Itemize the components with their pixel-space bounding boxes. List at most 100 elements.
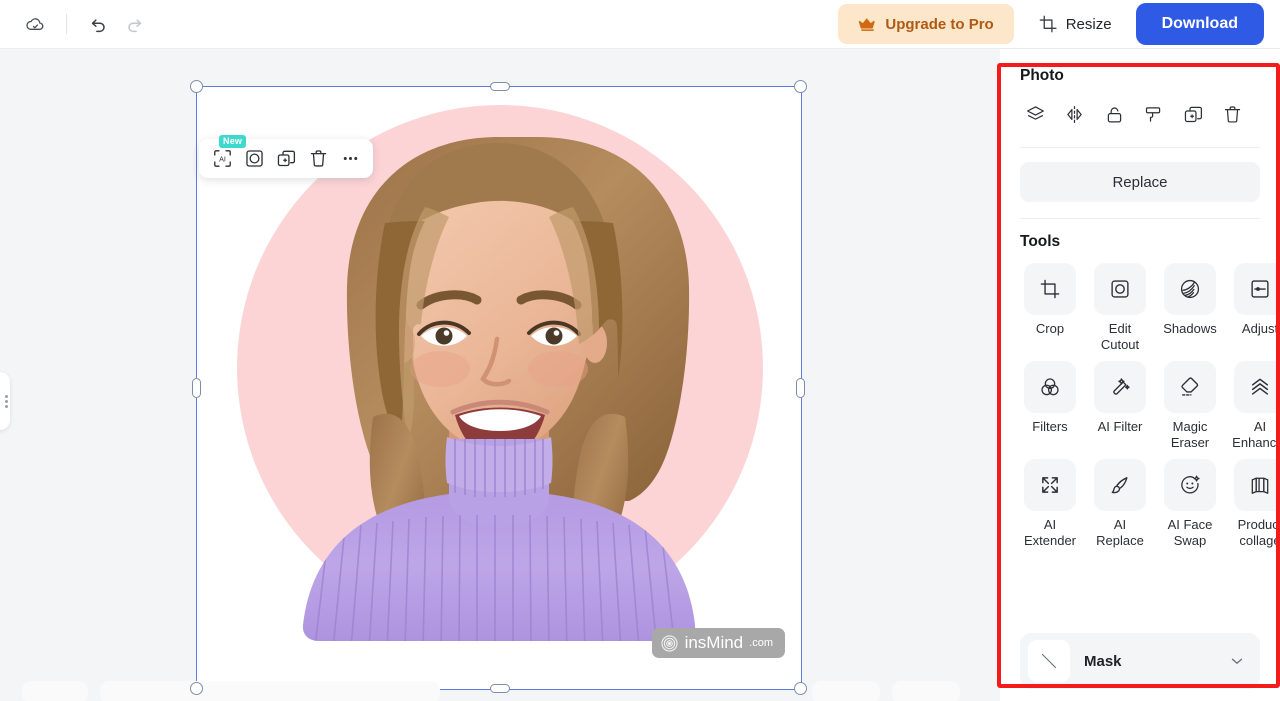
undo-button[interactable] — [81, 7, 115, 41]
selection-handle-top-center[interactable] — [490, 82, 510, 91]
diagonal-line-icon — [1036, 648, 1062, 674]
crop-icon — [1024, 263, 1076, 315]
right-properties-panel: Photo Replace Tools Crop Edit Cutout Sha… — [1000, 49, 1280, 701]
panel-divider — [1020, 147, 1260, 148]
selection-handle-middle-right[interactable] — [796, 378, 805, 398]
tool-magic-eraser[interactable]: Magic Eraser — [1160, 361, 1220, 459]
redo-button[interactable] — [117, 7, 151, 41]
tool-label: Product collage — [1237, 517, 1280, 548]
duplicate-icon — [276, 148, 297, 169]
tool-label: Adjust — [1241, 321, 1279, 336]
tool-label: AI Replace — [1096, 517, 1144, 548]
duplicate-button[interactable] — [1178, 99, 1208, 129]
layers-icon — [1025, 104, 1046, 125]
tools-grid: Crop Edit Cutout Shadows Adjust Filters … — [1020, 263, 1280, 557]
paint-roller-icon — [1143, 104, 1164, 125]
bottom-pill-4[interactable] — [892, 681, 960, 701]
tool-ai-replace[interactable]: AI Replace — [1090, 459, 1150, 557]
tool-label: Magic Eraser — [1170, 419, 1210, 450]
upgrade-to-pro-label: Upgrade to Pro — [885, 15, 994, 33]
edit-cutout-icon — [1094, 263, 1146, 315]
bottom-pill-1[interactable] — [22, 681, 88, 701]
tool-label: Crop — [1035, 321, 1065, 336]
flip-horizontal-button[interactable] — [1060, 99, 1090, 129]
paint-roller-button[interactable] — [1139, 99, 1169, 129]
edit-cutout-icon — [244, 148, 265, 169]
tools-section-title: Tools — [1020, 233, 1061, 250]
mask-section: Mask — [1000, 633, 1280, 689]
replace-button[interactable]: Replace — [1020, 162, 1260, 202]
chevron-down-icon[interactable] — [1228, 652, 1246, 670]
bottom-pill-2[interactable] — [100, 681, 440, 701]
selection-handle-bottom-left[interactable] — [190, 682, 203, 695]
selection-handle-middle-left[interactable] — [192, 378, 201, 398]
watermark-brand: insMind — [684, 633, 744, 652]
resize-label: Resize — [1065, 15, 1112, 33]
cloud-save-status-button[interactable] — [18, 7, 52, 41]
shadows-icon — [1164, 263, 1216, 315]
tool-ai-face-swap[interactable]: AI Face Swap — [1160, 459, 1220, 557]
tool-shadows[interactable]: Shadows — [1160, 263, 1220, 361]
layers-button[interactable] — [1020, 99, 1050, 129]
tool-label: Shadows — [1163, 321, 1217, 336]
tool-label: AI Face Swap — [1167, 517, 1213, 548]
svg-text:AI: AI — [219, 155, 226, 163]
selection-handle-bottom-right[interactable] — [794, 682, 807, 695]
unlock-icon — [1104, 104, 1125, 125]
tool-label: AI Enhancer — [1232, 419, 1280, 450]
resize-button[interactable]: Resize — [1028, 4, 1122, 44]
ai-scan-button[interactable]: New AI — [207, 134, 247, 174]
expand-arrows-icon — [1024, 459, 1076, 511]
tool-crop[interactable]: Crop — [1020, 263, 1080, 361]
tool-ai-filter[interactable]: AI Filter — [1090, 361, 1150, 459]
flip-horizontal-icon — [1064, 104, 1085, 125]
duplicate-icon — [1183, 104, 1204, 125]
watermark: insMind .com — [651, 628, 785, 658]
eraser-icon — [1164, 361, 1216, 413]
crown-icon — [858, 15, 877, 34]
ai-filter-wand-icon — [1094, 361, 1146, 413]
bottom-pill-3[interactable] — [812, 681, 880, 701]
download-button[interactable]: Download — [1135, 3, 1264, 45]
mask-row[interactable]: Mask — [1020, 633, 1260, 689]
topbar-right-group: Upgrade to Pro Resize Download — [838, 3, 1280, 45]
tool-ai-extender[interactable]: AI Extender — [1020, 459, 1080, 557]
mask-label: Mask — [1084, 652, 1122, 670]
more-options-button[interactable] — [335, 144, 365, 174]
download-label: Download — [1161, 15, 1238, 32]
enhance-chevrons-icon — [1234, 361, 1280, 413]
topbar-left-group — [0, 7, 151, 41]
delete-button[interactable] — [303, 144, 333, 174]
tool-edit-cutout[interactable]: Edit Cutout — [1090, 263, 1150, 361]
replace-label: Replace — [1112, 173, 1168, 191]
left-panel-collapsed-handle[interactable] — [0, 372, 10, 430]
mask-thumbnail[interactable] — [1028, 640, 1070, 682]
panel-divider-2 — [1020, 218, 1260, 219]
crop-resize-icon — [1038, 14, 1058, 34]
photo-action-icon-row — [1020, 99, 1260, 129]
delete-button[interactable] — [1218, 99, 1248, 129]
canvas-area[interactable]: insMind .com New AI — [0, 49, 1000, 701]
redo-icon — [124, 14, 145, 35]
tool-adjust[interactable]: Adjust — [1230, 263, 1280, 361]
tool-filters[interactable]: Filters — [1020, 361, 1080, 459]
unlock-button[interactable] — [1099, 99, 1129, 129]
selection-handle-top-right[interactable] — [794, 80, 807, 93]
drag-dots-icon — [5, 399, 8, 403]
undo-icon — [88, 14, 109, 35]
selection-handle-top-left[interactable] — [190, 80, 203, 93]
collage-icon — [1234, 459, 1280, 511]
ai-scan-icon: AI — [212, 148, 233, 169]
upgrade-to-pro-button[interactable]: Upgrade to Pro — [838, 4, 1014, 44]
selection-handle-bottom-center[interactable] — [490, 684, 510, 693]
brush-icon — [1094, 459, 1146, 511]
delete-icon — [308, 148, 329, 169]
tool-product-collage[interactable]: Product collage — [1230, 459, 1280, 557]
object-floating-toolbar: New AI — [199, 134, 373, 178]
watermark-domain: .com — [749, 637, 773, 649]
tool-label: AI Extender — [1023, 517, 1077, 548]
duplicate-button[interactable] — [271, 144, 301, 174]
edit-cutout-button[interactable] — [239, 144, 269, 174]
smiley-sparkle-icon — [1164, 459, 1216, 511]
tool-ai-enhancer[interactable]: AI Enhancer — [1230, 361, 1280, 459]
